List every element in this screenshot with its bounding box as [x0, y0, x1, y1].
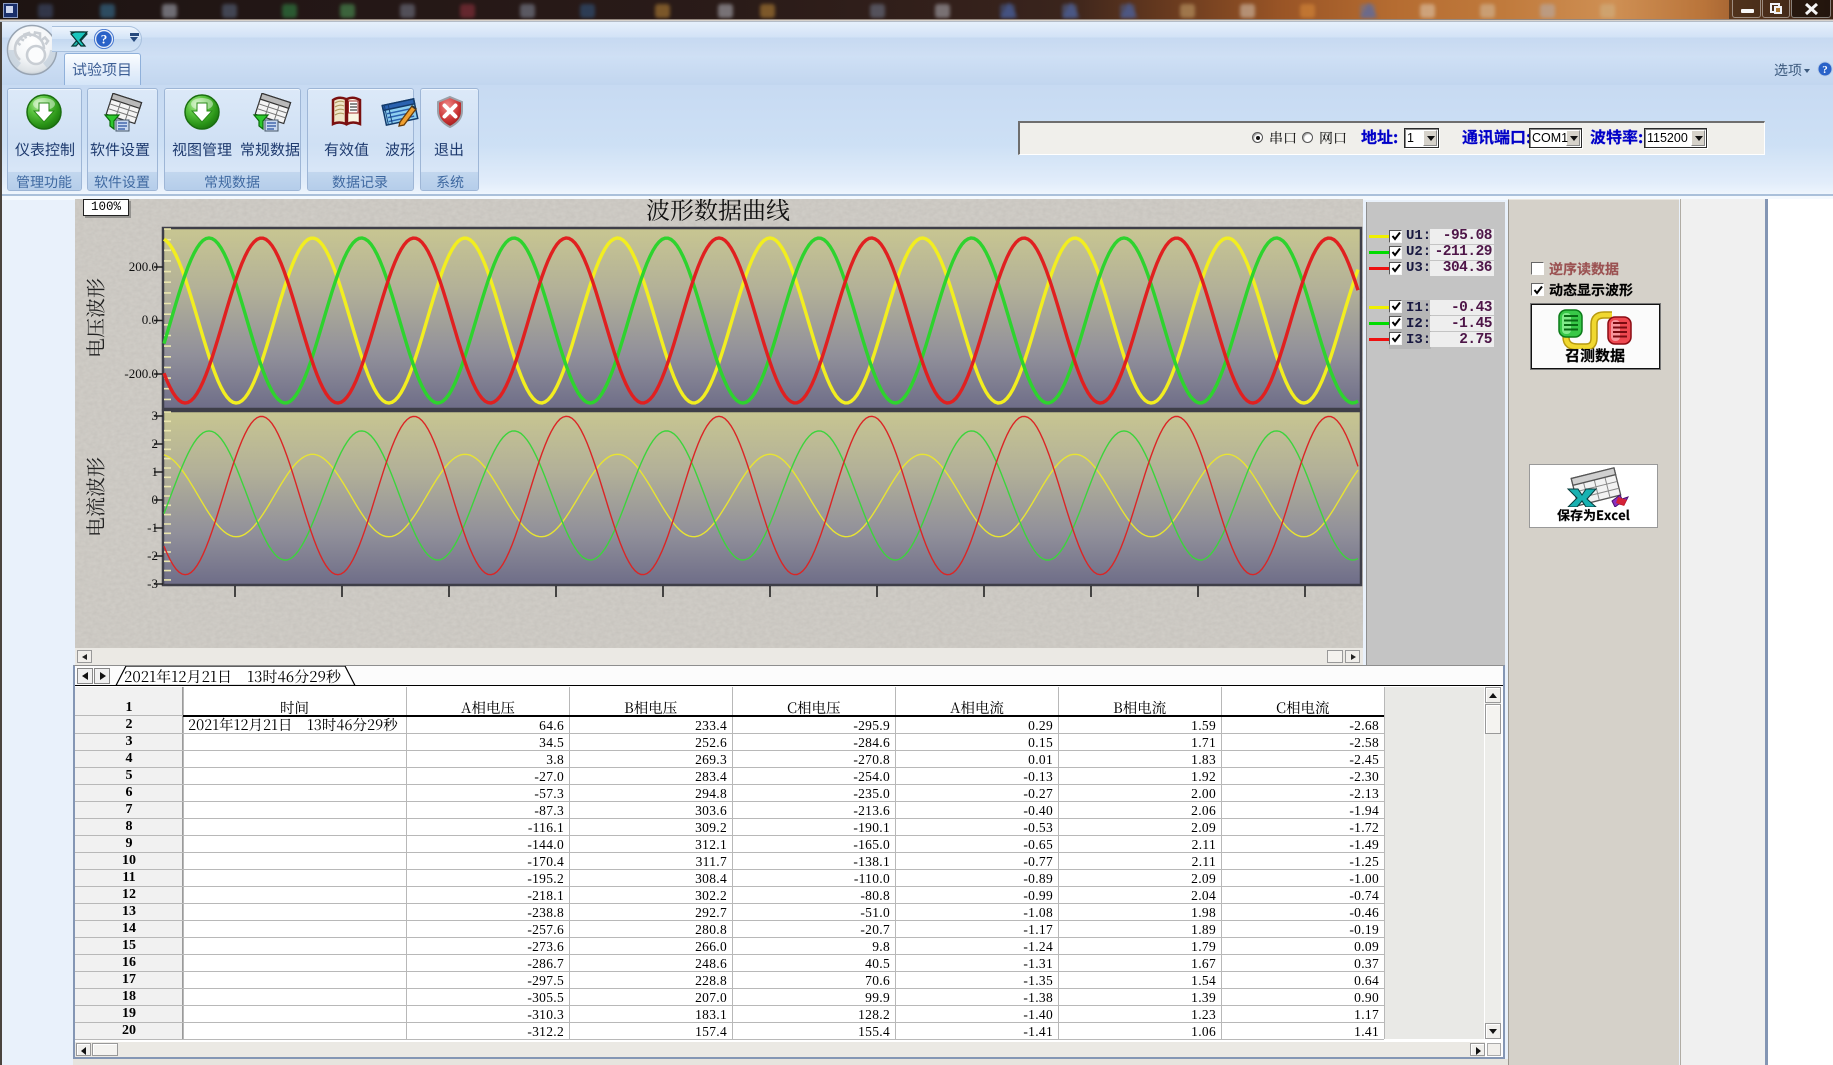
svg-text:?: ? — [101, 32, 108, 47]
svg-text:?: ? — [1822, 64, 1828, 76]
